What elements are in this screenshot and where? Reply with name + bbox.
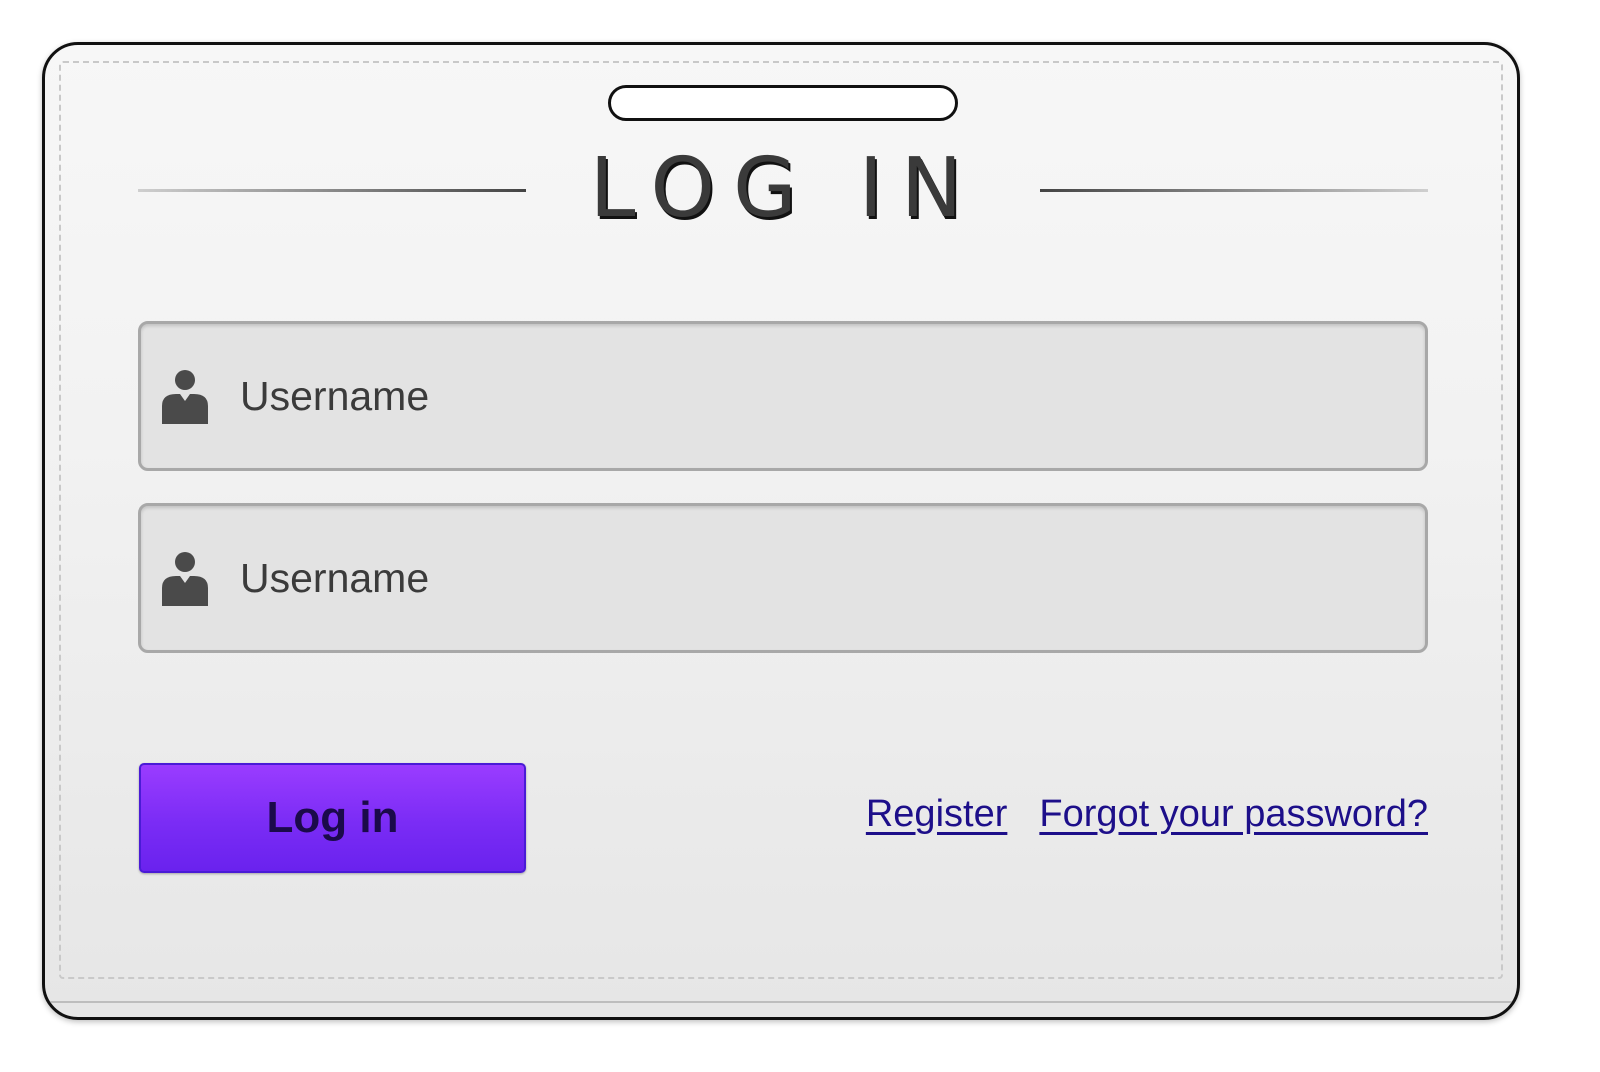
forgot-password-link[interactable]: Forgot your password? xyxy=(1039,793,1428,836)
login-card: LOG IN Username Username Log in Register… xyxy=(42,42,1520,1020)
card-divider xyxy=(45,1001,1517,1003)
register-link[interactable]: Register xyxy=(866,793,1008,836)
title-divider-right xyxy=(1040,189,1428,192)
user-icon xyxy=(162,552,208,606)
username-placeholder: Username xyxy=(240,372,430,419)
badge-slot xyxy=(608,85,958,121)
auth-links: Register Forgot your password? xyxy=(866,793,1428,836)
password-placeholder: Username xyxy=(240,554,430,601)
user-icon xyxy=(162,370,208,424)
password-field[interactable]: Username xyxy=(138,503,1428,653)
login-button[interactable]: Log in xyxy=(139,763,526,873)
username-field[interactable]: Username xyxy=(138,321,1428,471)
page-title: LOG IN xyxy=(589,141,981,236)
title-divider-left xyxy=(138,189,526,192)
